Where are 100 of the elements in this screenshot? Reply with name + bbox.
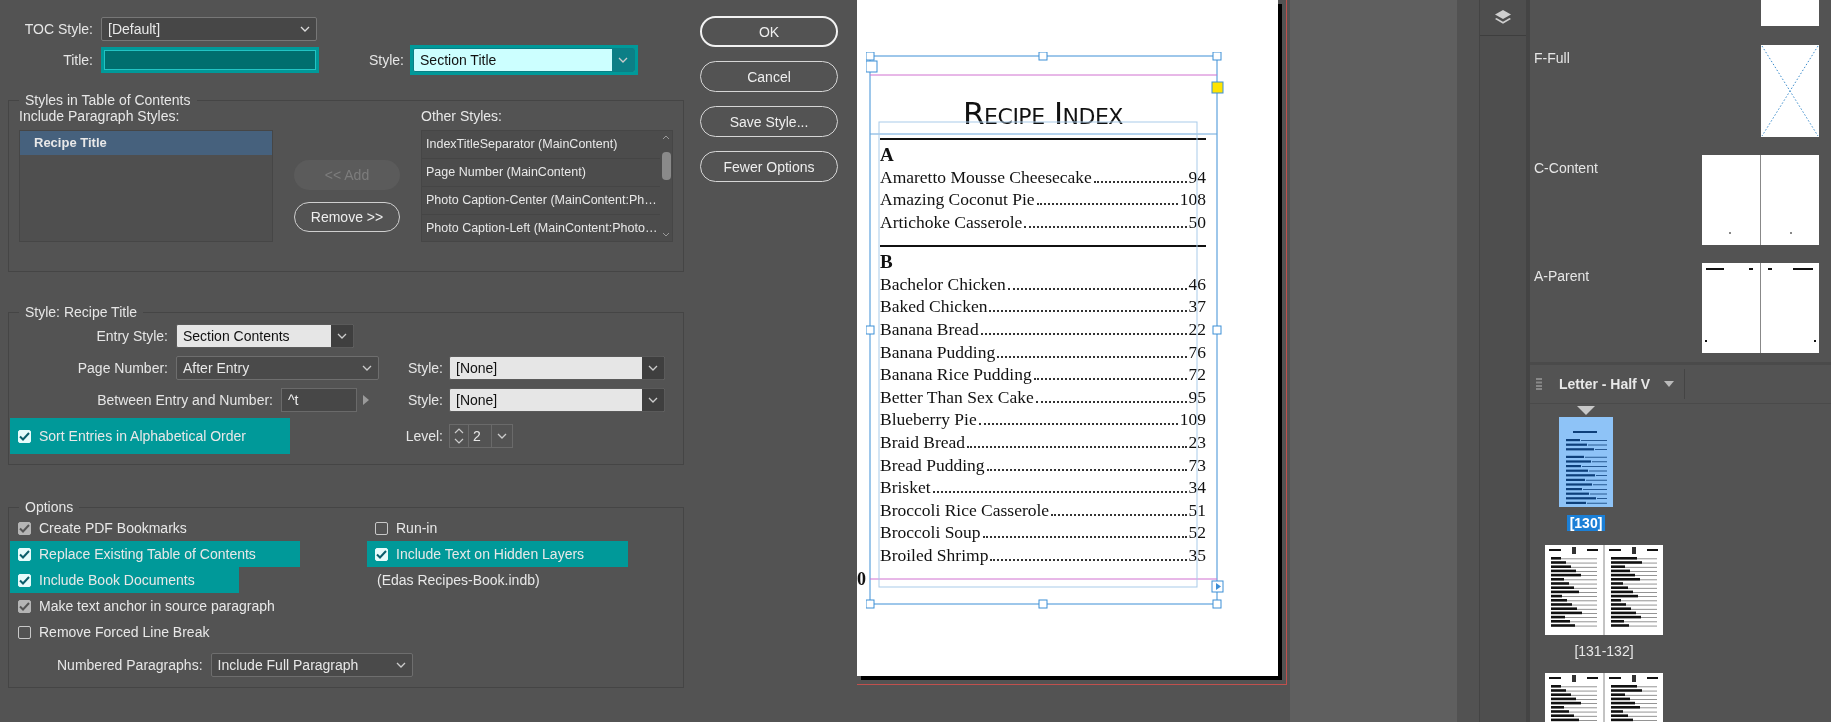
field-label: Style: bbox=[407, 392, 443, 408]
book-filename: (Edas Recipes-Book.indb) bbox=[376, 571, 541, 590]
entry-title: Amazing Coconut Pie bbox=[880, 188, 1035, 211]
scroll-down-icon bbox=[662, 232, 670, 237]
field-label: Style: bbox=[369, 52, 404, 68]
entry-title: Broccoli Soup bbox=[880, 521, 981, 544]
section-letter: A bbox=[880, 143, 895, 166]
stepper-icon bbox=[452, 426, 466, 446]
page-reference: 52 bbox=[1188, 521, 1206, 544]
page-reference: 72 bbox=[1188, 363, 1206, 386]
entry-title: Baked Chicken bbox=[880, 295, 988, 318]
list-item[interactable]: Recipe Title bbox=[20, 131, 272, 155]
field-label: TOC Style: bbox=[23, 21, 93, 37]
style-list[interactable]: IndexTitleSeparator (MainContent) Page Number (MainContent) Photo Caption-Center (MainContent:Ph… Photo Caption-Left (MainContent:Photo… bbox=[421, 130, 673, 242]
list-item[interactable]: Photo Caption-Center (MainContent:Ph… bbox=[422, 187, 660, 215]
level-stepper[interactable]: 2 bbox=[449, 424, 513, 448]
page-number: 0 bbox=[857, 569, 866, 590]
dropdown[interactable]: Include Full Paragraph bbox=[210, 653, 413, 677]
page-reference: 22 bbox=[1188, 317, 1206, 341]
group-title: Options bbox=[24, 499, 75, 515]
page-reference: 35 bbox=[1188, 543, 1206, 567]
dropdown[interactable]: After Entry bbox=[176, 356, 379, 380]
checkbox-label: Include Text on Hidden Layers bbox=[396, 546, 585, 562]
group-title: Style: Recipe Title bbox=[24, 304, 139, 320]
page-reference: 94 bbox=[1188, 165, 1206, 189]
field-label: Title: bbox=[62, 52, 93, 68]
grip-icon bbox=[1536, 378, 1542, 390]
page-thumbnail bbox=[1761, 0, 1819, 26]
current-page-marker-icon bbox=[1577, 406, 1595, 415]
style-list[interactable]: Recipe Title bbox=[19, 130, 273, 242]
entry-title: Bachelor Chicken bbox=[880, 272, 1006, 296]
entry-title: Blueberry Pie bbox=[880, 408, 977, 431]
page-thumbnail[interactable] bbox=[1545, 545, 1663, 635]
checkbox[interactable] bbox=[375, 521, 388, 535]
field-label: Numbered Paragraphs: bbox=[57, 657, 203, 673]
entry-title: Banana Bread bbox=[880, 317, 979, 341]
parent-page-name: F-Full bbox=[1534, 49, 1570, 66]
checkbox-label: Replace Existing Table of Contents bbox=[39, 546, 256, 562]
page-reference: 50 bbox=[1188, 210, 1206, 234]
entry-title: Banana Rice Pudding bbox=[880, 363, 1032, 386]
list-item[interactable]: IndexTitleSeparator (MainContent) bbox=[422, 131, 660, 159]
entry-title: Banana Pudding bbox=[880, 340, 996, 364]
page-reference: 109 bbox=[1179, 408, 1206, 431]
entry-title: Braid Bread bbox=[880, 430, 966, 454]
caret-icon bbox=[362, 365, 372, 371]
caret-icon bbox=[300, 26, 310, 32]
page-number-label: [130] bbox=[1566, 515, 1606, 531]
dialog-button[interactable]: OK bbox=[700, 16, 838, 47]
parent-page-name: A-Parent bbox=[1534, 267, 1590, 284]
entry-title: Amaretto Mousse Cheesecake bbox=[880, 165, 1092, 189]
index-title: Recipe Index bbox=[962, 94, 1124, 133]
checkbox[interactable] bbox=[18, 521, 31, 535]
dropdown-arrow-icon bbox=[1664, 381, 1674, 387]
list-item[interactable]: Photo Caption-Left (MainContent:Photo… bbox=[422, 215, 660, 241]
field-label: Style: bbox=[407, 360, 443, 376]
caret-icon bbox=[648, 365, 658, 371]
dropdown[interactable]: [None] bbox=[449, 356, 665, 380]
dropdown[interactable]: Section Contents bbox=[176, 324, 354, 348]
checkbox-label: Remove Forced Line Break bbox=[39, 624, 210, 640]
page-reference: 23 bbox=[1188, 430, 1206, 454]
page-thumbnail[interactable] bbox=[1559, 417, 1613, 507]
page-reference: 95 bbox=[1188, 385, 1206, 409]
group-title: Styles in Table of Contents bbox=[24, 92, 192, 108]
page-reference: 76 bbox=[1188, 340, 1206, 364]
dropdown[interactable]: [Default] bbox=[101, 17, 317, 41]
field-label: Between Entry and Number: bbox=[96, 392, 273, 408]
page-reference: 108 bbox=[1179, 188, 1206, 211]
dropdown[interactable]: Section Title bbox=[413, 48, 635, 72]
entry-title: Better Than Sex Cake bbox=[880, 385, 1034, 409]
scroll-up-icon bbox=[662, 135, 670, 140]
list-item[interactable]: Page Number (MainContent) bbox=[422, 159, 660, 187]
field-label: Level: bbox=[404, 428, 443, 444]
section-letter: B bbox=[880, 250, 894, 273]
entry-title: Broccoli Rice Casserole bbox=[880, 498, 1050, 522]
checkbox-label: Create PDF Bookmarks bbox=[39, 520, 187, 536]
caret-icon bbox=[496, 433, 507, 439]
page-reference: 37 bbox=[1188, 295, 1206, 318]
page-number-label: [131-132] bbox=[1573, 643, 1635, 659]
page-size-label: Letter - Half V bbox=[1559, 376, 1650, 392]
caret-icon bbox=[648, 397, 658, 403]
caret-icon bbox=[337, 333, 347, 339]
field-label: Entry Style: bbox=[95, 328, 168, 344]
checkbox-label: Make text anchor in source paragraph bbox=[39, 598, 275, 614]
entry-title: Broiled Shrimp bbox=[880, 543, 989, 567]
scroll-thumb[interactable] bbox=[661, 152, 671, 180]
list-label: Include Paragraph Styles: bbox=[19, 108, 181, 126]
caret-icon bbox=[618, 57, 628, 63]
page-reference: 73 bbox=[1188, 453, 1206, 477]
checkbox[interactable] bbox=[18, 625, 31, 639]
entry-title: Bread Pudding bbox=[880, 453, 985, 477]
checkbox-label: Sort Entries in Alphabetical Order bbox=[39, 428, 246, 444]
page-reference: 34 bbox=[1188, 476, 1206, 499]
checkbox-label: Run-in bbox=[396, 520, 438, 536]
checkbox[interactable] bbox=[18, 599, 31, 613]
play-icon bbox=[363, 395, 369, 405]
list-label: Other Styles: bbox=[421, 108, 503, 126]
page-reference: 46 bbox=[1188, 272, 1206, 296]
dropdown[interactable]: [None] bbox=[449, 388, 665, 412]
text-field[interactable]: ^t bbox=[281, 388, 357, 412]
entry-title: Brisket bbox=[880, 476, 931, 499]
